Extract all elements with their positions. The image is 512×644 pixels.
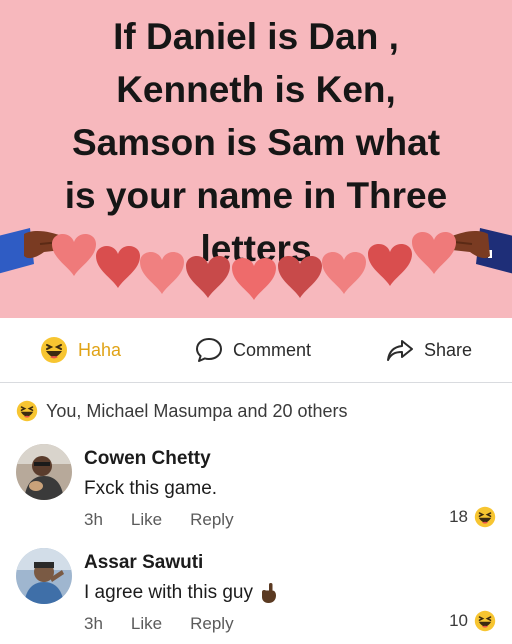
haha-icon: [40, 336, 68, 364]
comment-button[interactable]: Comment: [195, 318, 311, 382]
heart-icon: [278, 255, 322, 298]
heart-icon: [96, 245, 140, 288]
share-label: Share: [424, 339, 473, 360]
comment-icon: [195, 336, 223, 364]
comment-time: 3h: [84, 510, 103, 529]
comment-meta: 3h Like Reply: [84, 614, 262, 634]
post-text-line: Kenneth is Ken,: [116, 69, 396, 110]
haha-icon: [474, 610, 496, 632]
comment-reaction-count[interactable]: 10: [449, 610, 496, 632]
comment-text-content: I agree with this guy: [84, 582, 253, 603]
hearts-chain-graphic: [0, 228, 512, 300]
heart-icon: [232, 257, 276, 300]
comment-author[interactable]: Assar Sawuti: [84, 552, 203, 574]
comment-item: Assar Sawuti I agree with this guy 3h Li…: [0, 544, 512, 644]
comment-reaction-count-value: 18: [449, 507, 468, 526]
post-image[interactable]: If Daniel is Dan , Kenneth is Ken, Samso…: [0, 0, 512, 318]
heart-icon: [186, 255, 230, 298]
comment-meta: 3h Like Reply: [84, 510, 262, 530]
comment-time: 3h: [84, 614, 103, 633]
comment-text: Fxck this game.: [84, 478, 217, 500]
heart-icon: [52, 233, 96, 276]
comment-author[interactable]: Cowen Chetty: [84, 448, 211, 470]
like-link[interactable]: Like: [131, 614, 162, 634]
like-link[interactable]: Like: [131, 510, 162, 530]
post-text-line: If Daniel is Dan ,: [113, 16, 399, 57]
avatar[interactable]: [16, 548, 72, 604]
haha-icon: [474, 506, 496, 528]
haha-icon: [16, 400, 38, 422]
comment-reaction-count[interactable]: 18: [449, 506, 496, 528]
reactions-summary-text: You, Michael Masumpa and 20 others: [46, 400, 348, 421]
share-icon: [386, 336, 414, 364]
share-button[interactable]: Share: [386, 318, 472, 382]
pointing-hand-icon: [257, 582, 279, 604]
reply-link[interactable]: Reply: [190, 614, 233, 634]
comment-text-content: Fxck this game.: [84, 478, 218, 499]
heart-icon: [368, 243, 412, 286]
haha-button[interactable]: Haha: [40, 318, 121, 382]
haha-label: Haha: [78, 339, 122, 360]
post-text-line: is your name in Three: [64, 175, 448, 216]
reply-link[interactable]: Reply: [190, 510, 233, 530]
comment-item: Cowen Chetty Fxck this game. 3h Like Rep…: [0, 440, 512, 540]
reactions-summary[interactable]: You, Michael Masumpa and 20 others: [16, 396, 348, 426]
comment-text: I agree with this guy: [84, 582, 279, 604]
heart-icon: [140, 251, 184, 294]
heart-icon: [412, 231, 456, 274]
post-text-line: Samson is Sam what: [71, 122, 441, 163]
avatar[interactable]: [16, 444, 72, 500]
comment-reaction-count-value: 10: [449, 611, 468, 630]
heart-icon: [322, 251, 366, 294]
post-action-bar: Haha Comment Share: [0, 318, 512, 383]
comment-label: Comment: [233, 339, 312, 360]
right-hand-icon: [446, 228, 512, 274]
